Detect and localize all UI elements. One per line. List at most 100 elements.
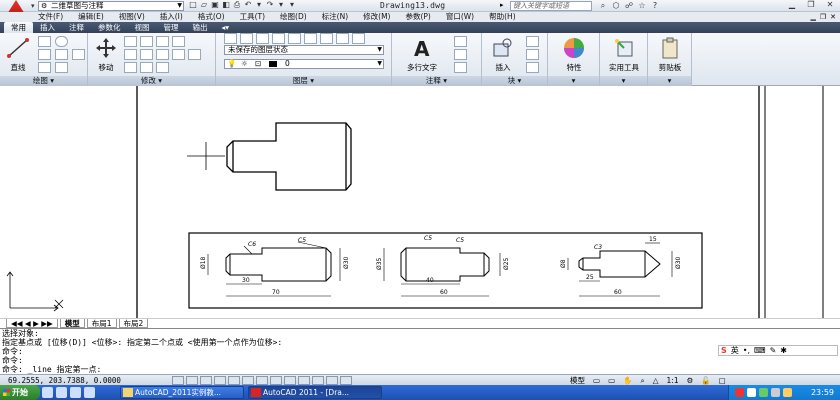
polar-toggle[interactable] <box>214 376 226 385</box>
menu-dimension[interactable]: 标注(N) <box>322 12 348 22</box>
table-icon[interactable] <box>454 62 467 73</box>
ime-tools-icon[interactable]: ✎ <box>770 346 777 355</box>
close-icon[interactable]: ✕ <box>822 0 838 10</box>
start-button[interactable]: 开始 <box>0 385 40 400</box>
tray-icon[interactable] <box>747 388 756 397</box>
scale-icon[interactable] <box>124 62 137 73</box>
utilities-button[interactable]: 实用工具 <box>604 36 644 73</box>
doc-minimize-icon[interactable]: ▁ <box>810 12 815 22</box>
command-prompt-line[interactable]: 命令: _line 指定第一点: <box>0 365 840 374</box>
menu-draw[interactable]: 绘图(D) <box>280 12 307 22</box>
tray-icon[interactable] <box>759 388 768 397</box>
open-icon[interactable]: ▱ <box>199 0 209 10</box>
properties-button[interactable]: 特性 <box>554 36 594 73</box>
menu-modify[interactable]: 修改(M) <box>363 12 390 22</box>
clipboard-panel-title[interactable]: ▾ <box>648 76 691 86</box>
tray-icon[interactable] <box>783 388 792 397</box>
tab-annotate[interactable]: 注释 <box>62 22 91 33</box>
tab-model[interactable]: 模型 <box>59 319 85 328</box>
undo-icon[interactable]: ↶ <box>243 0 253 10</box>
create-block-icon[interactable] <box>526 36 539 47</box>
tpy-toggle[interactable] <box>312 376 324 385</box>
new-icon[interactable]: □ <box>188 0 198 10</box>
menu-parametric[interactable]: 参数(P) <box>405 12 430 22</box>
menu-file[interactable]: 文件(F) <box>38 12 63 22</box>
stretch-icon[interactable] <box>172 49 185 60</box>
ellipse-icon[interactable] <box>55 62 68 73</box>
mtext-button[interactable]: A 多行文字 <box>400 36 444 73</box>
3d-osnap-toggle[interactable] <box>242 376 254 385</box>
ortho-toggle[interactable] <box>200 376 212 385</box>
fillet-icon[interactable] <box>140 49 153 60</box>
block-panel-title[interactable]: 块 ▾ <box>482 76 547 86</box>
tab-view[interactable]: 视图 <box>128 22 157 33</box>
undo-dropdown-icon[interactable]: ▾ <box>254 0 264 10</box>
redo-icon[interactable]: ↷ <box>265 0 275 10</box>
tab-home[interactable]: 常用 <box>4 22 33 33</box>
command-line[interactable]: 选择对象: 指定基点或 [位移(D)] <位移>: 指定第二个点或 <使用第一个… <box>0 328 840 374</box>
polyline-icon[interactable] <box>38 36 51 47</box>
rotate-icon[interactable] <box>124 36 137 47</box>
menu-help[interactable]: 帮助(H) <box>489 12 516 22</box>
otrack-toggle[interactable] <box>256 376 268 385</box>
quick-launch-icon[interactable] <box>70 387 81 398</box>
tab-manage[interactable]: 管理 <box>157 22 186 33</box>
taskbar-item-folder[interactable]: AutoCAD_2011实例教... <box>120 386 244 399</box>
qp-toggle[interactable] <box>326 376 338 385</box>
doc-close-icon[interactable]: ✕ <box>830 12 836 22</box>
minimize-icon[interactable]: ▁ <box>784 0 800 10</box>
explode-icon[interactable] <box>156 49 169 60</box>
array-icon[interactable] <box>140 62 153 73</box>
expand-arrow-icon[interactable]: ▸ <box>500 1 504 9</box>
save-as-icon[interactable]: ◧ <box>221 0 231 10</box>
ime-punct-icon[interactable]: •, <box>743 346 750 355</box>
layer-isolate-icon[interactable] <box>272 33 285 44</box>
layer-off-icon[interactable] <box>320 33 333 44</box>
edit-block-icon[interactable] <box>526 49 539 60</box>
tab-output[interactable]: 输出 <box>186 22 215 33</box>
quick-launch-icon[interactable] <box>84 387 95 398</box>
menu-format[interactable]: 格式(O) <box>198 12 225 22</box>
menu-window[interactable]: 窗口(W) <box>446 12 474 22</box>
save-icon[interactable]: ▣ <box>210 0 220 10</box>
qat-customize-icon[interactable]: ▾ <box>287 0 297 10</box>
menu-view[interactable]: 视图(V) <box>119 12 145 22</box>
taskbar-item-autocad[interactable]: AutoCAD 2011 - [Dra... <box>248 386 382 399</box>
chamfer-icon[interactable] <box>188 49 201 60</box>
offset-icon[interactable] <box>156 62 169 73</box>
snap-toggle[interactable] <box>172 376 184 385</box>
menu-edit[interactable]: 编辑(E) <box>78 12 104 22</box>
tab-parametric[interactable]: 参数化 <box>91 22 128 33</box>
workspace-select[interactable]: ⚙ 二维草图与注释 ▼ <box>38 1 184 11</box>
osnap-toggle[interactable] <box>228 376 240 385</box>
current-layer-select[interactable]: 💡 ☼ ⊡ 0 ▼ <box>224 59 384 69</box>
mirror-icon[interactable] <box>124 49 137 60</box>
multileader-icon[interactable] <box>454 49 467 60</box>
restore-icon[interactable]: ❐ <box>803 0 819 10</box>
ribbon-toggle-icon[interactable]: ◂▾ <box>215 22 237 33</box>
favorites-star-icon[interactable]: ☆ <box>637 0 647 11</box>
doc-restore-icon[interactable]: ❐ <box>820 12 826 22</box>
redo-dropdown-icon[interactable]: ▾ <box>276 0 286 10</box>
trim-icon[interactable] <box>140 36 153 47</box>
arc-icon[interactable] <box>38 49 51 60</box>
layer-previous-icon[interactable] <box>256 33 269 44</box>
move-button[interactable]: 移动 <box>92 36 120 73</box>
region-icon[interactable] <box>72 49 85 60</box>
plot-icon[interactable]: ⎙ <box>232 0 242 10</box>
draw-panel-title[interactable]: 绘图 ▾ <box>0 76 87 86</box>
layers-panel-title[interactable]: 图层 ▾ <box>216 76 391 86</box>
line-button[interactable]: 直线 <box>4 36 32 73</box>
insert-block-button[interactable]: 插入 <box>486 36 520 73</box>
layer-properties-icon[interactable] <box>224 33 237 44</box>
communication-center-icon[interactable]: ☍ <box>624 0 634 11</box>
quick-launch-icon[interactable] <box>56 387 67 398</box>
ime-logo-icon[interactable]: S <box>721 346 727 355</box>
tab-layout1[interactable]: 布局1 <box>86 319 117 328</box>
drawing-canvas[interactable]: C6 C5 Ø18 Ø30 30 70 C5 C5 Ø35 Ø25 40 60 <box>0 86 840 318</box>
erase-icon[interactable] <box>156 36 169 47</box>
layer-unisolate-icon[interactable] <box>288 33 301 44</box>
circle-icon[interactable] <box>55 36 68 47</box>
subscription-icon[interactable]: ⬡ <box>611 0 621 11</box>
volume-icon[interactable] <box>771 388 780 397</box>
